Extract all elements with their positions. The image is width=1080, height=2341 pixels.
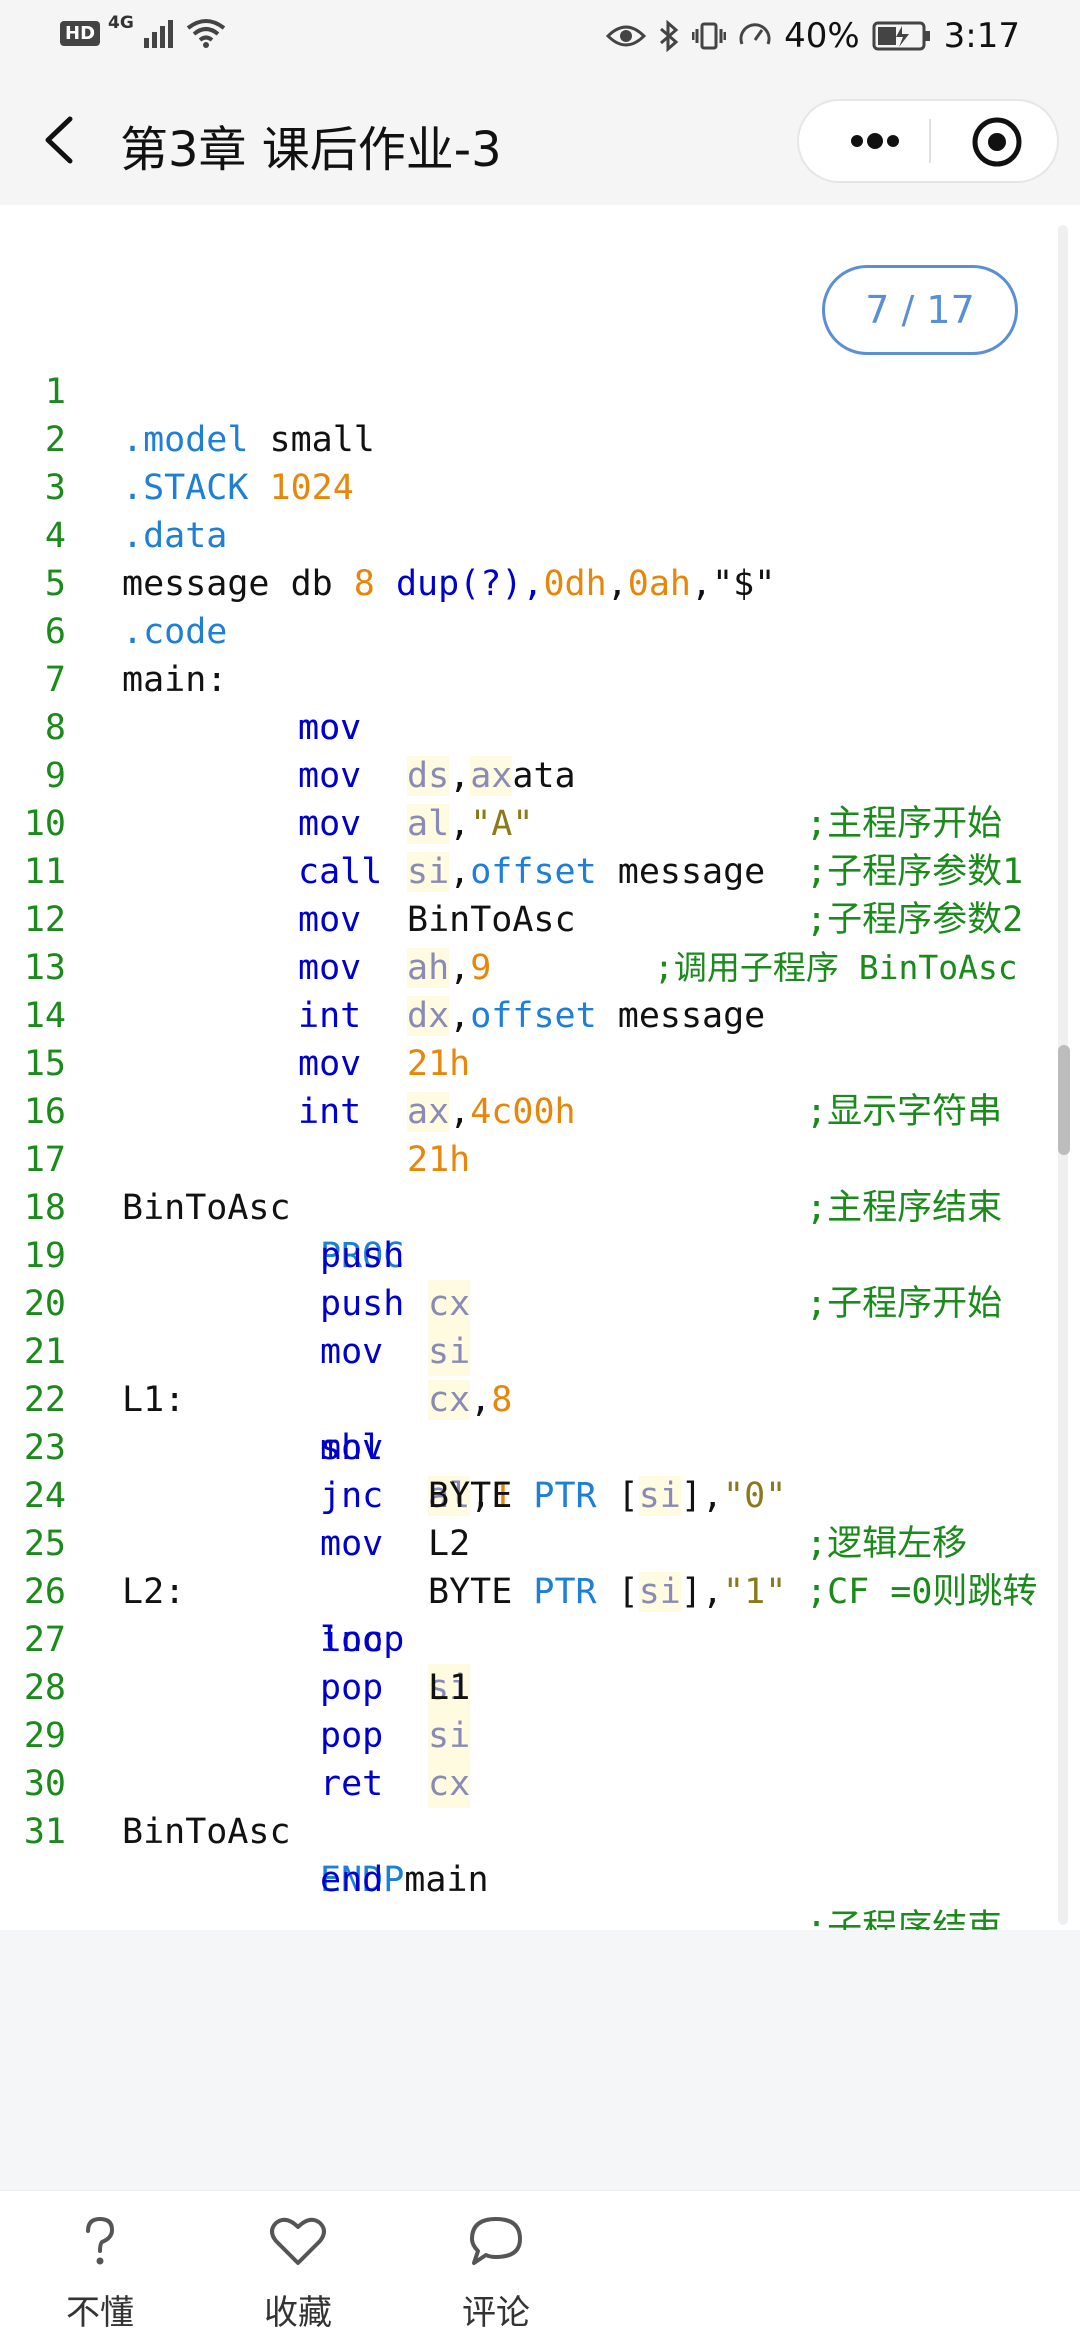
comment-label: 评论 — [462, 2293, 530, 2333]
code-line: 25 L2: inc si — [0, 1472, 1080, 1712]
code-line: 15 int 21h ;主程序结束 — [0, 992, 1080, 1228]
network-type: 4G — [108, 13, 134, 33]
code-line: 9 mov si,offset message ;子程序参数2 — [0, 704, 1080, 940]
code-line: 18 push cx — [0, 1136, 1080, 1328]
code-line: 11 mov ah,9 — [0, 800, 1080, 988]
code-line: 17 BinToAsc PROC ;子程序开始 — [0, 1088, 1080, 1324]
signal-icon — [143, 20, 173, 48]
code-line: 4 message db 8 dup(?),0dh,0ah,"$" — [0, 464, 1080, 604]
status-time: 3:17 — [943, 16, 1020, 56]
question-icon — [86, 2216, 115, 2265]
battery-percent: 40% — [784, 16, 860, 56]
code-line: 27 pop si — [0, 1568, 1080, 1760]
token: end — [320, 1860, 384, 1900]
code-line: 12 mov dx,offset message — [0, 848, 1080, 1036]
not-understand-button[interactable]: 不懂 — [30, 2211, 170, 2334]
code-line: 20 mov cx,8 — [0, 1232, 1080, 1420]
spacer-area — [0, 1930, 1080, 2190]
bluetooth-icon — [660, 20, 679, 52]
vibrate-icon — [692, 22, 727, 50]
eye-icon — [606, 25, 647, 47]
code-line: 6 main: mov ax,@data ;主程序开始 — [0, 560, 1080, 844]
more-dots-icon — [851, 133, 899, 149]
comment-button[interactable]: 评论 — [426, 2211, 566, 2334]
status-right: 40% 3:17 — [606, 16, 1020, 56]
code-line: 23 jnc L2 ;CF =0则跳转 — [0, 1376, 1080, 1612]
code-line: 24 mov BYTE PTR [si],"1" — [0, 1424, 1080, 1612]
code-line: 14 mov ax,4c00h — [0, 944, 1080, 1132]
code-line: 5 .code — [0, 512, 1080, 652]
heart-icon — [270, 2217, 326, 2265]
code-line: 8 mov al,"A" ;子程序参数1 — [0, 656, 1080, 892]
favorite-label: 收藏 — [264, 2293, 332, 2333]
back-button[interactable] — [30, 105, 90, 175]
miniprogram-capsule — [797, 99, 1059, 183]
more-button[interactable] — [827, 101, 927, 181]
status-bar: HD 4G 40% 3:17 — [0, 0, 1080, 75]
code-line: 30 BinToAsc ENDP ;子程序结束 — [0, 1712, 1080, 1948]
code-line: 10 call BinToAsc ;调用子程序 BinToAsc — [0, 752, 1080, 987]
line-number: 31 — [23, 1812, 66, 1852]
code-line: 21 L1: shl al,1 ;逻辑左移 — [0, 1280, 1080, 1564]
document-content: 7 / 17 1 .model small 2 .STACK 1024 3 .d… — [0, 205, 1080, 1948]
scrollbar-thumb[interactable] — [1058, 1045, 1070, 1155]
code-line: 2 .STACK 1024 — [0, 368, 1080, 508]
page-header: 第3章 课后作业-3 — [0, 75, 1080, 205]
wifi-icon — [186, 19, 226, 48]
battery-charging-icon — [872, 21, 930, 51]
close-miniprogram-button[interactable] — [957, 107, 1037, 177]
token: BinToAsc — [122, 1812, 291, 1852]
code-line: 3 .data — [0, 416, 1080, 556]
code-line: 13 int 21h ;显示字符串 — [0, 896, 1080, 1132]
code-line: 28 pop cx — [0, 1616, 1080, 1808]
code-line: 7 mov ds,ax — [0, 608, 1080, 796]
code-line: 1 .model small — [0, 320, 1080, 460]
not-understand-label: 不懂 — [66, 2293, 134, 2333]
code-line: 16 — [0, 1040, 1080, 1132]
favorite-button[interactable]: 收藏 — [228, 2211, 368, 2334]
code-line: 26 loop L1 — [0, 1520, 1080, 1708]
chevron-left-icon — [45, 116, 73, 164]
comment-icon — [470, 2217, 522, 2265]
code-line: 22 mov BYTE PTR [si],"0" — [0, 1328, 1080, 1516]
operands: end main — [320, 1856, 489, 1904]
code-line: 19 push si — [0, 1184, 1080, 1376]
hd-badge: HD — [60, 20, 101, 46]
capsule-divider — [929, 119, 931, 163]
status-left: HD 4G — [60, 13, 226, 48]
bottom-action-bar: 不懂 收藏 评论 — [0, 2190, 1080, 2341]
code-line: 29 ret — [0, 1664, 1080, 1804]
code-line: 31 end main — [0, 1760, 1080, 1900]
token: main — [383, 1860, 489, 1900]
speed-icon — [739, 23, 771, 45]
target-icon — [972, 117, 1022, 167]
page-title: 第3章 课后作业-3 — [120, 122, 502, 178]
